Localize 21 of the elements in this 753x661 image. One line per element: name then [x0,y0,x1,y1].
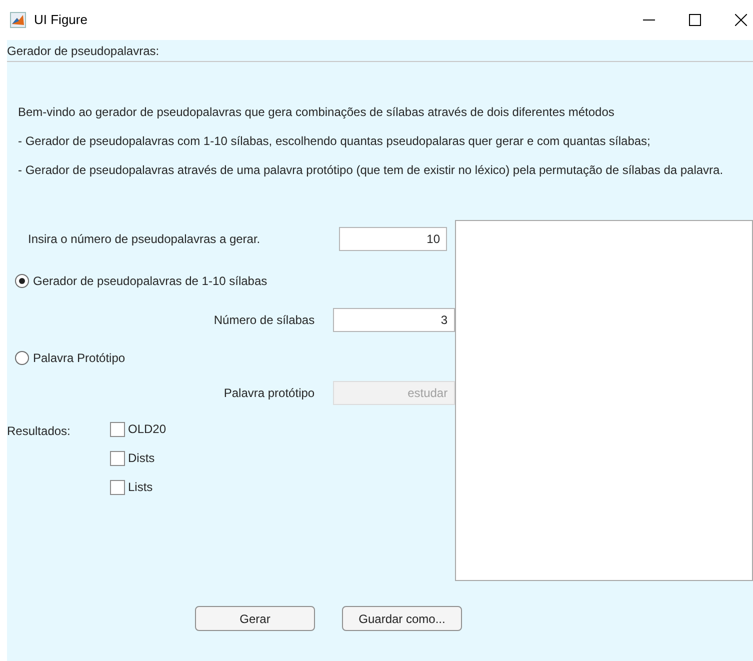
checkbox[interactable]: Lists [110,479,166,495]
field-label: Número de sílabas [214,312,315,329]
action-button[interactable]: Gerar [195,606,315,631]
close-icon[interactable] [735,14,747,26]
maximize-icon[interactable] [689,14,701,26]
radio-button[interactable]: Gerador de pseudopalavras de 1-10 sílabas [15,272,455,290]
field-label: Insira o número de pseudopalavras a gerar. [28,231,262,248]
intro-paragraph: Bem-vindo ao gerador de pseudopalavras que gera combinações de sílabas através de dois diferentes métodos [18,104,616,120]
app-icon [10,12,26,28]
checkbox[interactable]: OLD20 [110,421,166,437]
intro-paragraph: - Gerador de pseudopalavras através de uma palavra protótipo (que tem de existir no léxico) pela permutação de sílabas da palavra. [18,162,724,178]
radio-button[interactable]: Palavra Protótipo [15,349,455,367]
input-field[interactable]: 10 [339,227,447,251]
window-title: UI Figure [34,11,88,30]
checkbox[interactable]: Dists [110,450,166,466]
action-button[interactable]: Guardar como... [342,606,462,631]
field-label: Palavra protótipo [224,385,315,402]
results-label: Resultados: [7,423,72,440]
input-field[interactable]: 3 [332,308,455,332]
intro-paragraph: - Gerador de pseudopalavras com 1-10 sílabas, escolhendo quantas pseudopalaras quer gerar e com quantas sílabas; [18,133,652,149]
panel-title: Gerador de pseudopalavras: [7,42,160,60]
